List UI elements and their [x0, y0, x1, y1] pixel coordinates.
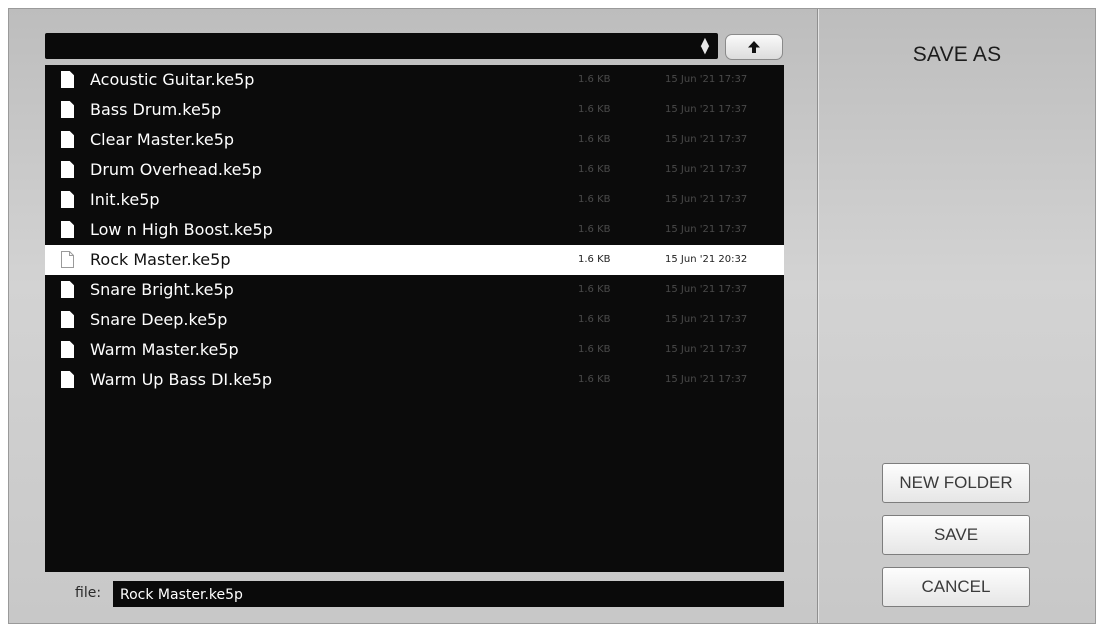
file-date: 15 Jun '21 17:37	[665, 74, 748, 85]
file-date: 15 Jun '21 17:37	[665, 224, 748, 235]
file-date: 15 Jun '21 17:37	[665, 164, 748, 175]
cancel-button[interactable]: CANCEL	[882, 567, 1030, 607]
file-row[interactable]: Snare Bright.ke5p 1.6 KB 15 Jun '21 17:37	[45, 275, 784, 305]
file-name: Init.ke5p	[90, 190, 160, 209]
document-icon	[61, 311, 74, 328]
document-icon	[61, 281, 74, 298]
save-button[interactable]: SAVE	[882, 515, 1030, 555]
folder-path-select[interactable]	[45, 33, 718, 59]
file-size: 1.6 KB	[578, 164, 611, 175]
file-name: Snare Deep.ke5p	[90, 310, 228, 329]
file-row[interactable]: Drum Overhead.ke5p 1.6 KB 15 Jun '21 17:37	[45, 155, 784, 185]
file-size: 1.6 KB	[578, 314, 611, 325]
file-name: Clear Master.ke5p	[90, 130, 235, 149]
file-date: 15 Jun '21 20:32	[665, 254, 748, 265]
file-row[interactable]: Low n High Boost.ke5p 1.6 KB 15 Jun '21 17…	[45, 215, 784, 245]
file-field-label: file:	[75, 585, 102, 601]
file-name: Snare Bright.ke5p	[90, 280, 234, 299]
document-icon	[61, 221, 74, 238]
file-row[interactable]: Rock Master.ke5p 1.6 KB 15 Jun '21 20:32	[45, 245, 784, 275]
file-row[interactable]: Warm Master.ke5p 1.6 KB 15 Jun '21 17:37	[45, 335, 784, 365]
file-row[interactable]: Warm Up Bass DI.ke5p 1.6 KB 15 Jun '21 17:…	[45, 365, 784, 395]
document-icon	[61, 191, 74, 208]
file-name-input[interactable]	[113, 581, 784, 607]
document-icon	[61, 341, 74, 358]
panel-divider	[817, 9, 818, 623]
dialog-title: SAVE AS	[912, 43, 1002, 66]
file-size: 1.6 KB	[578, 254, 611, 265]
document-icon	[61, 251, 74, 268]
document-icon	[61, 371, 74, 388]
parent-folder-button[interactable]	[725, 34, 783, 60]
file-name: Bass Drum.ke5p	[90, 100, 222, 119]
file-name: Warm Up Bass DI.ke5p	[90, 370, 273, 389]
file-date: 15 Jun '21 17:37	[665, 284, 748, 295]
document-icon	[61, 101, 74, 118]
file-name: Acoustic Guitar.ke5p	[90, 70, 255, 89]
file-list[interactable]: Acoustic Guitar.ke5p 1.6 KB 15 Jun '21 17:…	[45, 65, 784, 572]
document-icon	[61, 161, 74, 178]
file-row[interactable]: Snare Deep.ke5p 1.6 KB 15 Jun '21 17:37	[45, 305, 784, 335]
document-icon	[61, 131, 74, 148]
file-name: Rock Master.ke5p	[90, 250, 231, 269]
file-size: 1.6 KB	[578, 284, 611, 295]
sort-arrows-icon[interactable]: ▲ ▼	[699, 36, 711, 55]
file-size: 1.6 KB	[578, 374, 611, 385]
file-row[interactable]: Init.ke5p 1.6 KB 15 Jun '21 17:37	[45, 185, 784, 215]
file-name: Drum Overhead.ke5p	[90, 160, 262, 179]
save-as-dialog: ▲ ▼ Acoustic Guitar.ke5p 1.6 KB 15 Jun '21 …	[8, 8, 1096, 624]
file-name: Warm Master.ke5p	[90, 340, 239, 359]
file-size: 1.6 KB	[578, 224, 611, 235]
file-date: 15 Jun '21 17:37	[665, 344, 748, 355]
file-date: 15 Jun '21 17:37	[665, 314, 748, 325]
file-size: 1.6 KB	[578, 344, 611, 355]
file-size: 1.6 KB	[578, 134, 611, 145]
file-row[interactable]: Clear Master.ke5p 1.6 KB 15 Jun '21 17:37	[45, 125, 784, 155]
file-row[interactable]: Acoustic Guitar.ke5p 1.6 KB 15 Jun '21 17:…	[45, 65, 784, 95]
file-size: 1.6 KB	[578, 104, 611, 115]
document-icon	[61, 71, 74, 88]
file-size: 1.6 KB	[578, 194, 611, 205]
file-name: Low n High Boost.ke5p	[90, 220, 273, 239]
file-row[interactable]: Bass Drum.ke5p 1.6 KB 15 Jun '21 17:37	[45, 95, 784, 125]
file-size: 1.6 KB	[578, 74, 611, 85]
up-arrow-icon	[748, 41, 760, 53]
file-date: 15 Jun '21 17:37	[665, 104, 748, 115]
file-date: 15 Jun '21 17:37	[665, 134, 748, 145]
new-folder-button[interactable]: NEW FOLDER	[882, 463, 1030, 503]
file-date: 15 Jun '21 17:37	[665, 194, 748, 205]
file-date: 15 Jun '21 17:37	[665, 374, 748, 385]
